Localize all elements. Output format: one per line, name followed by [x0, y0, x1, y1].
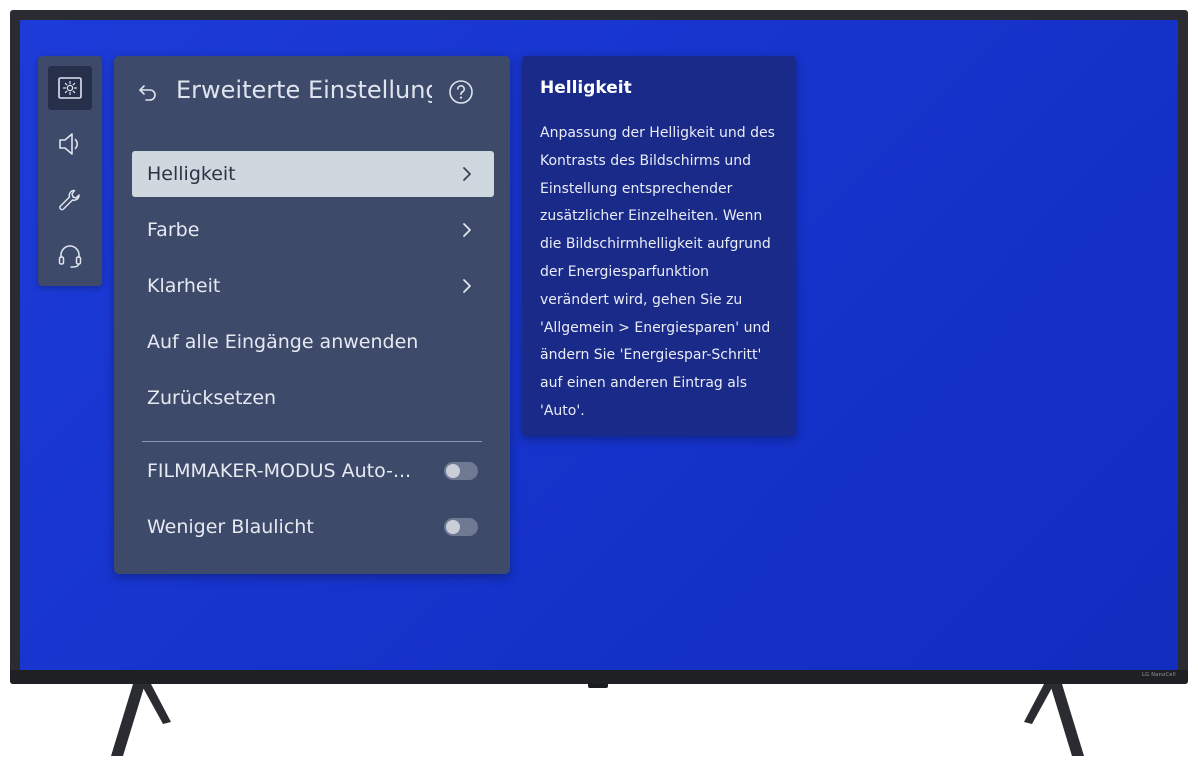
info-line: 'Allgemein > Energiesparen' und	[540, 319, 771, 336]
toggle-label: Weniger Blaulicht	[147, 516, 314, 538]
menu-item-klarheit[interactable]: Klarheit	[132, 263, 494, 309]
menu-item-label: Auf alle Eingänge anwenden	[147, 331, 419, 353]
filmmaker-mode-toggle[interactable]	[444, 462, 478, 480]
info-line: die Bildschirmhelligkeit aufgrund	[540, 236, 771, 253]
headset-icon	[58, 245, 82, 268]
info-line: verändert wird, gehen Sie zu	[540, 291, 743, 308]
menu-item-label: Helligkeit	[147, 163, 236, 185]
info-line: ändern Sie 'Energiespar-Schritt'	[540, 347, 762, 364]
info-panel: Helligkeit Anpassung der Helligkeit und …	[522, 56, 796, 436]
toggle-knob	[446, 464, 460, 478]
toggle-row-blue-light[interactable]: Weniger Blaulicht	[132, 504, 494, 550]
ir-sensor	[588, 684, 608, 688]
picture-settings-icon	[58, 77, 82, 99]
info-line: Einstellung entsprechender	[540, 180, 733, 197]
menu-item-label: Klarheit	[147, 275, 221, 297]
help-icon[interactable]	[448, 79, 474, 105]
tv-bottom-strip	[10, 670, 1188, 684]
tv-stand-left	[111, 684, 171, 756]
info-line: der Energiesparfunktion	[540, 263, 710, 280]
toggle-knob	[446, 520, 460, 534]
tv-screen: Erweiterte Einstellung Helligkeit Farbe …	[20, 20, 1178, 670]
settings-menu-panel: Erweiterte Einstellung Helligkeit Farbe …	[114, 56, 510, 574]
menu-item-label: Farbe	[147, 219, 200, 241]
toggle-label: FILMMAKER-MODUS Auto-...	[147, 460, 412, 482]
rail-item-picture[interactable]	[48, 66, 92, 110]
category-icon-rail	[38, 56, 102, 286]
tv-stand-right	[1024, 684, 1084, 756]
chevron-right-icon	[463, 223, 471, 237]
menu-item-label: Zurücksetzen	[147, 387, 277, 409]
toggle-row-filmmaker-mode[interactable]: FILMMAKER-MODUS Auto-...	[132, 448, 494, 494]
brand-mark: LG NanoCell	[1142, 672, 1176, 678]
menu-divider	[142, 441, 482, 442]
menu-header: Erweiterte Einstellung	[114, 74, 510, 110]
speaker-icon	[59, 133, 79, 155]
menu-item-apply-all-inputs[interactable]: Auf alle Eingänge anwenden	[132, 319, 494, 365]
menu-item-farbe[interactable]: Farbe	[132, 207, 494, 253]
info-line: zusätzlicher Einzelheiten. Wenn	[540, 208, 763, 225]
back-icon[interactable]	[136, 80, 160, 104]
rail-item-support[interactable]	[48, 234, 92, 278]
info-title: Helligkeit	[540, 78, 632, 98]
wrench-icon	[59, 189, 80, 211]
info-line: Kontrasts des Bildschirms und	[540, 152, 752, 169]
blue-light-toggle[interactable]	[444, 518, 478, 536]
info-line: 'Auto'.	[540, 402, 585, 419]
chevron-right-icon	[463, 167, 471, 181]
menu-title: Erweiterte Einstellung	[176, 76, 432, 104]
rail-item-general[interactable]	[48, 178, 92, 222]
info-description: Anpassung der Helligkeit und des Kontras…	[540, 120, 784, 426]
chevron-right-icon	[463, 279, 471, 293]
menu-item-reset[interactable]: Zurücksetzen	[132, 375, 494, 421]
info-line: auf einen anderen Eintrag als	[540, 375, 748, 392]
menu-item-helligkeit[interactable]: Helligkeit	[132, 151, 494, 197]
rail-item-sound[interactable]	[48, 122, 92, 166]
info-line: Anpassung der Helligkeit und des	[540, 125, 775, 141]
